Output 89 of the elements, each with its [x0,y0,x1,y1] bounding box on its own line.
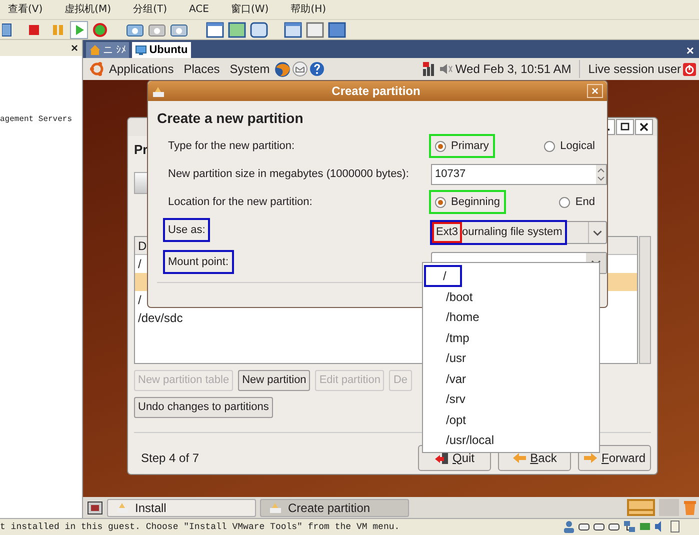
taskbar-button[interactable]: Create partition [260,498,409,516]
radio-option[interactable]: Beginning [431,192,504,212]
installer-icon [116,501,129,514]
number-field[interactable]: 10737 [431,164,607,184]
field-label: Mount point: [165,252,232,272]
radio-option[interactable]: Primary [431,136,493,156]
radio-button[interactable] [435,140,446,152]
window-heading: Pr [134,141,148,159]
menu-item[interactable]: /srv [426,390,466,408]
installer-icon [152,84,165,98]
menu-item[interactable]: /var [426,370,466,388]
tab[interactable]: ニ ｼﾒ [86,42,130,58]
window-icon[interactable] [2,22,12,36]
taskbar-button[interactable]: Install [107,498,256,516]
status-bar: t installed in this guest. Choose "Install VMware Tools" from the VM menu. [0,518,699,535]
right-arrow-icon [583,450,598,464]
menu-item[interactable]: /boot [426,288,473,306]
field-label: Type for the new partition: [167,139,296,154]
value-part: ournaling file system [462,224,562,240]
radio-button[interactable] [544,140,556,152]
menu-item[interactable]: ACE [189,2,209,17]
refresh-icon[interactable] [92,22,108,38]
window-icon[interactable] [284,22,302,38]
menu-item[interactable]: Places [184,60,220,78]
dialog-heading: Create a new partition [157,109,304,128]
table-cell: / [138,256,142,270]
menu-item[interactable]: /usr [426,349,466,368]
radio-option[interactable]: Logical [540,136,599,156]
window-icon[interactable] [306,22,324,38]
window-icon[interactable] [250,22,268,38]
globe-icon[interactable] [274,60,291,78]
installer-icon [269,501,282,514]
radio-button[interactable] [435,196,446,208]
left-arrow-icon [512,450,528,464]
speaker-icon[interactable] [439,62,454,76]
window-icon[interactable] [206,22,224,38]
close-button[interactable]: × [686,41,694,60]
menu-item[interactable]: /opt [426,410,466,429]
window-title: Create partition [330,83,422,100]
snapshot-icon[interactable] [170,22,188,38]
field-label: New partition size in megabytes (1000000 bytes): [167,167,410,182]
maximize-button[interactable] [616,119,634,135]
envelope-icon[interactable] [292,61,308,77]
menu-item[interactable]: 帮助(H) [290,2,326,17]
step-indicator: Step 4 of 7 [140,450,200,466]
field-label: Use as: [165,220,208,240]
field-label: Location for the new partition: [167,195,314,210]
network-icon [422,61,436,77]
close-button[interactable] [635,119,653,135]
user-menu[interactable]: Live session user [588,60,681,78]
computer-icon [135,44,148,56]
tab[interactable]: Ubuntu [132,42,191,58]
menu-item[interactable]: 虚拟机(M) [64,2,112,17]
tree-item[interactable]: agement Servers [0,114,82,126]
document-icon [669,520,681,533]
button[interactable]: New partition [238,370,310,390]
menu-item[interactable]: Applications [109,60,174,78]
menu-item[interactable]: 分组(T) [133,2,168,17]
power-icon[interactable] [683,62,696,76]
window-icon[interactable] [228,22,246,38]
network-icon [623,520,636,533]
radio-option[interactable]: End [555,192,599,212]
menu-item[interactable]: /tmp [426,328,470,347]
user-icon [563,520,575,533]
snapshot-icon[interactable] [126,22,144,38]
value-part: Ext3 [434,224,460,240]
button[interactable]: Forward [578,444,651,470]
scrollbar[interactable] [639,236,651,364]
radio-button[interactable] [559,196,570,208]
chip-icon [639,520,651,533]
menu-item[interactable]: 窗口(W) [230,2,269,17]
window-icon[interactable] [328,22,346,38]
close-button[interactable]: × [70,40,78,56]
table-cell: /dev/sdc [138,310,183,324]
play-icon[interactable] [70,20,88,38]
desktop-icon[interactable] [87,500,103,516]
menu-item[interactable]: System [230,60,270,78]
help-icon[interactable] [308,61,325,77]
snapshot-icon[interactable] [148,22,166,38]
clock[interactable]: Wed Feb 3, 10:51 AM [455,60,580,78]
table-cell: / [138,292,142,306]
menu-item[interactable]: /home [426,308,480,326]
house-icon [89,44,101,56]
menu-item[interactable]: 查看(V) [8,2,43,17]
menu-item[interactable]: / [426,267,460,286]
dropdown[interactable]: Ext3 ournaling file system [431,220,607,244]
ubuntu-logo-icon[interactable] [89,61,105,77]
spinner-icon[interactable] [596,164,606,184]
undo-button[interactable]: Undo changes to partitions [134,396,273,418]
